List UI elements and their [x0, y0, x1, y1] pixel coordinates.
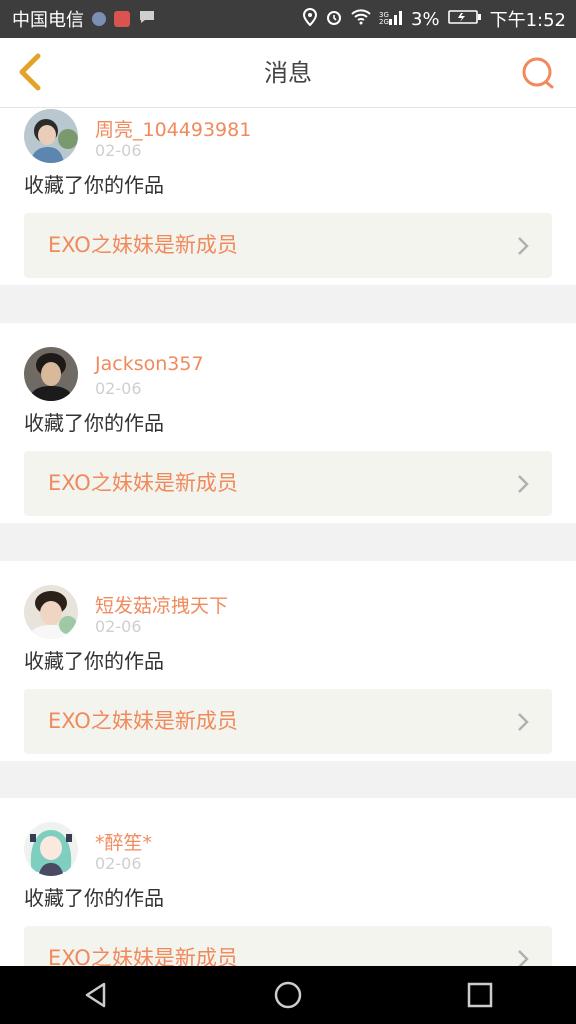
work-title: EXO之妹妹是新成员: [48, 233, 238, 257]
work-link-card[interactable]: EXO之妹妹是新成员: [24, 926, 552, 966]
page-title: 消息: [264, 59, 312, 87]
battery-icon: [447, 9, 482, 30]
avatar[interactable]: [24, 347, 78, 401]
action-text: 收藏了你的作品: [24, 173, 164, 197]
work-title: EXO之妹妹是新成员: [48, 709, 238, 733]
clock: 下午1:52: [489, 10, 566, 31]
svg-text:2G: 2G: [379, 18, 389, 25]
chevron-right-icon: [518, 475, 529, 493]
action-text: 收藏了你的作品: [24, 411, 164, 435]
status-left: 中国电信: [12, 6, 156, 32]
status-right: 3G 2G 3% 下午1:52: [303, 6, 566, 32]
message-date: 02-06: [95, 617, 142, 636]
triangle-back-icon: [85, 982, 106, 1008]
message-date: 02-06: [95, 854, 142, 873]
chevron-right-icon: [518, 237, 529, 255]
location-icon: [303, 7, 318, 31]
work-link-card[interactable]: EXO之妹妹是新成员: [24, 451, 552, 516]
action-text: 收藏了你的作品: [24, 649, 164, 673]
avatar[interactable]: [24, 109, 78, 163]
username-link[interactable]: 周亮_104493981: [95, 115, 251, 142]
signal-icon: 3G 2G: [379, 9, 403, 30]
message-date: 02-06: [95, 141, 142, 160]
status-bar: 中国电信 3G 2G 3% 下午1:52: [0, 0, 576, 38]
message-item: 短发菇凉拽天下 02-06 收藏了你的作品 EXO之妹妹是新成员: [0, 561, 576, 761]
chevron-right-icon: [518, 950, 529, 966]
message-item: Jackson357 02-06 收藏了你的作品 EXO之妹妹是新成员: [0, 323, 576, 523]
app-notification-icon: [92, 12, 106, 26]
avatar[interactable]: [24, 822, 78, 876]
work-title: EXO之妹妹是新成员: [48, 946, 238, 966]
recents-nav-button[interactable]: [452, 967, 508, 1023]
alarm-icon: [325, 8, 343, 31]
work-title: EXO之妹妹是新成员: [48, 471, 238, 495]
work-link-card[interactable]: EXO之妹妹是新成员: [24, 213, 552, 278]
message-item: *醉笙* 02-06 收藏了你的作品 EXO之妹妹是新成员: [0, 798, 576, 966]
message-item: 周亮_104493981 02-06 收藏了你的作品 EXO之妹妹是新成员: [0, 108, 576, 285]
chevron-right-icon: [518, 713, 529, 731]
action-text: 收藏了你的作品: [24, 886, 164, 910]
home-nav-button[interactable]: [260, 967, 316, 1023]
search-icon: [522, 57, 554, 89]
app-notification-icon: [114, 11, 130, 27]
work-link-card[interactable]: EXO之妹妹是新成员: [24, 689, 552, 754]
square-recents-icon: [467, 982, 493, 1008]
username-link[interactable]: Jackson357: [95, 353, 204, 375]
carrier-label: 中国电信: [12, 10, 84, 31]
wifi-icon: [351, 8, 371, 30]
battery-percent: 3%: [411, 8, 440, 30]
back-nav-button[interactable]: [68, 967, 124, 1023]
system-navigation-bar: [0, 966, 576, 1024]
search-button[interactable]: [520, 55, 556, 91]
username-link[interactable]: 短发菇凉拽天下: [95, 591, 228, 618]
avatar[interactable]: [24, 585, 78, 639]
message-date: 02-06: [95, 379, 142, 398]
chat-notification-icon: [138, 9, 156, 30]
username-link[interactable]: *醉笙*: [95, 828, 152, 855]
circle-home-icon: [274, 981, 302, 1009]
header-bar: 消息: [0, 38, 576, 108]
message-list[interactable]: 周亮_104493981 02-06 收藏了你的作品 EXO之妹妹是新成员 Ja…: [0, 108, 576, 966]
